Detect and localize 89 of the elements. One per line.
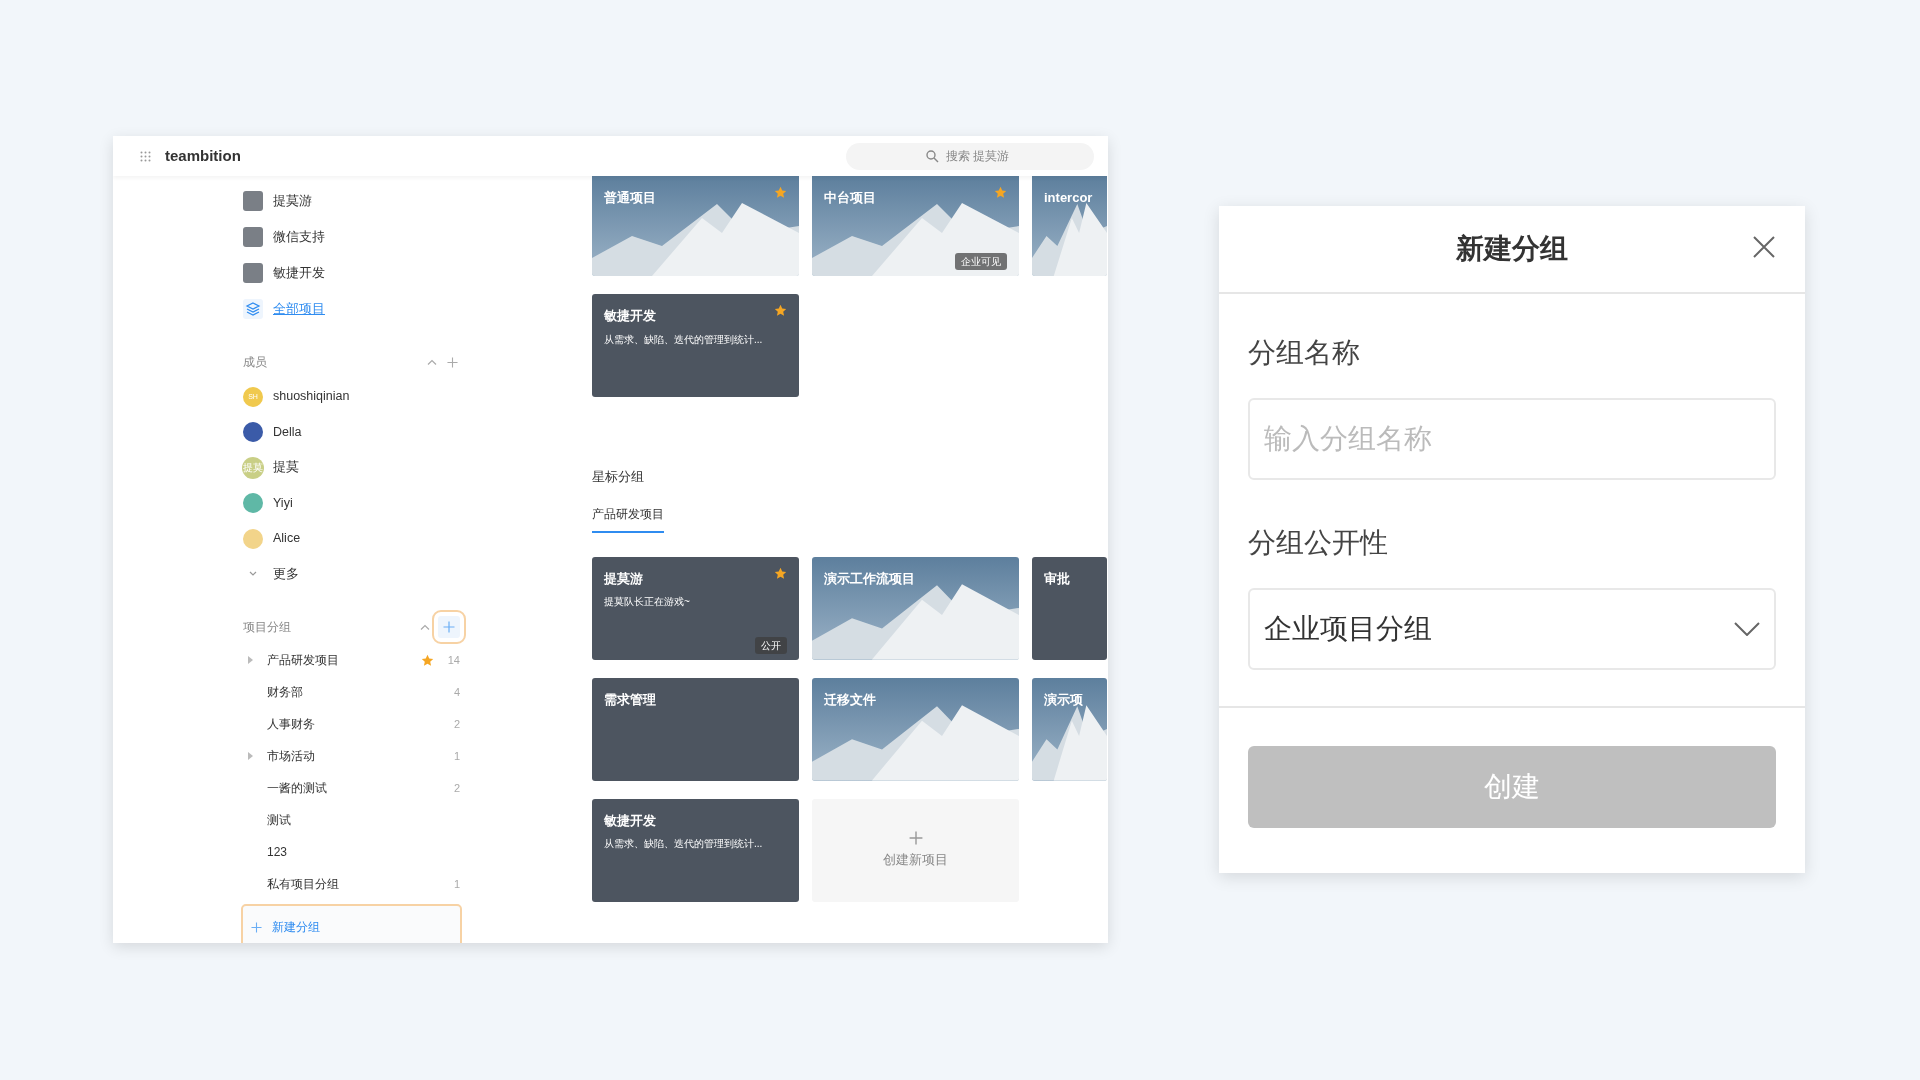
sidebar-link[interactable]: 全部项目 <box>273 299 325 319</box>
visibility-tag: 企业可见 <box>955 253 1007 270</box>
star-icon[interactable] <box>774 566 787 580</box>
group-count: 2 <box>452 716 460 732</box>
collapse-button[interactable] <box>418 622 432 632</box>
member-name[interactable]: Della <box>273 422 302 442</box>
search-icon <box>926 149 939 163</box>
member-name[interactable]: Yiyi <box>273 493 293 513</box>
visibility-select[interactable]: 企业项目分组 <box>1248 588 1776 670</box>
sidebar-item[interactable]: 提莫游 <box>273 191 312 211</box>
group-name[interactable]: 私有项目分组 <box>267 875 339 893</box>
sidebar-item[interactable]: 敏捷开发 <box>273 263 325 283</box>
section-title: 成员 <box>243 354 267 371</box>
project-card[interactable]: 迁移文件 <box>812 677 1019 781</box>
plus-icon <box>443 621 455 633</box>
close-icon <box>1753 235 1775 258</box>
close-button[interactable] <box>1753 234 1775 258</box>
group-name[interactable]: 一酱的测试 <box>267 779 327 797</box>
search-field[interactable]: 搜索 提莫游 <box>846 142 1094 170</box>
logo-text: teambition <box>165 145 241 166</box>
star-icon[interactable] <box>774 304 787 317</box>
project-card[interactable]: 演示工作流项目 <box>812 556 1019 660</box>
project-title: intercor <box>1044 189 1093 207</box>
chevron-down-icon <box>1734 622 1760 636</box>
project-title: 演示工作流项目 <box>824 569 915 588</box>
project-title: 中台项目 <box>824 189 876 207</box>
collapse-button[interactable] <box>425 357 439 367</box>
group-name[interactable]: 人事财务 <box>267 715 315 733</box>
project-card[interactable]: 中台项目 企业可见 <box>812 176 1019 276</box>
project-title: 提莫游 <box>604 569 643 588</box>
project-card[interactable]: intercor <box>1032 176 1107 276</box>
project-thumbnail <box>243 263 263 283</box>
project-title: 普通项目 <box>604 189 656 207</box>
visibility-tag: 公开 <box>755 636 787 654</box>
sidebar-item[interactable]: 微信支持 <box>273 227 325 247</box>
field-label: 分组公开性 <box>1248 526 1389 560</box>
chevron-up-icon <box>420 624 430 630</box>
project-card[interactable]: 审批 <box>1032 556 1107 660</box>
project-thumbnail <box>243 191 263 211</box>
plus-icon <box>908 830 923 845</box>
group-name[interactable]: 财务部 <box>267 683 303 701</box>
new-group-button[interactable]: 新建分组 <box>243 906 460 943</box>
add-button[interactable] <box>445 354 460 370</box>
more-link[interactable]: 更多 <box>273 564 299 584</box>
project-description: 提莫队长正在游戏~ <box>604 595 691 609</box>
project-card[interactable]: 需求管理 <box>592 677 799 781</box>
section-title: 项目分组 <box>243 619 291 636</box>
member-name[interactable]: shuoshiqinian <box>273 387 350 407</box>
star-icon[interactable] <box>994 186 1007 199</box>
project-title: 敏捷开发 <box>604 811 656 830</box>
project-thumbnail <box>243 227 263 247</box>
project-title: 演示项 <box>1044 690 1083 709</box>
project-card[interactable]: 敏捷开发 从需求、缺陷、迭代的管理到统计... <box>592 294 799 397</box>
star-icon[interactable] <box>774 186 787 199</box>
project-description: 从需求、缺陷、迭代的管理到统计... <box>604 332 764 347</box>
plus-icon <box>447 356 458 368</box>
group-count: 4 <box>452 684 460 700</box>
project-card[interactable]: 敏捷开发 从需求、缺陷、迭代的管理到统计... <box>592 798 799 902</box>
select-value: 企业项目分组 <box>1264 612 1432 646</box>
group-count: 1 <box>452 876 460 892</box>
project-description: 从需求、缺陷、迭代的管理到统计... <box>604 837 764 851</box>
group-name[interactable]: 产品研发项目 <box>267 651 339 669</box>
group-count: 2 <box>452 780 460 796</box>
expand-arrow-icon[interactable] <box>247 752 253 760</box>
group-count: 1 <box>452 748 460 764</box>
group-tab[interactable]: 产品研发项目 <box>592 500 664 533</box>
group-name[interactable]: 123 <box>267 843 288 861</box>
dialog-title: 新建分组 <box>1456 232 1568 266</box>
chevron-up-icon <box>427 359 437 365</box>
project-title: 需求管理 <box>604 690 656 709</box>
layers-icon <box>243 299 263 319</box>
project-card[interactable]: 提莫游 提莫队长正在游戏~ 公开 <box>592 556 799 660</box>
project-card[interactable]: 普通项目 <box>592 176 799 276</box>
group-count: 14 <box>446 652 460 668</box>
section-title: 星标分组 <box>592 468 645 486</box>
expand-arrow-icon[interactable] <box>247 656 253 664</box>
member-name[interactable]: Alice <box>273 529 301 549</box>
field-label: 分组名称 <box>1248 336 1361 370</box>
project-title: 迁移文件 <box>824 690 876 709</box>
group-name[interactable]: 测试 <box>267 811 291 829</box>
member-name[interactable]: 提莫 <box>273 458 299 478</box>
avatar: 提莫 <box>242 456 264 479</box>
group-name-field[interactable]: 输入分组名称 <box>1248 398 1776 480</box>
project-title: 审批 <box>1044 569 1070 588</box>
project-card[interactable]: 演示项 <box>1032 677 1107 781</box>
create-project-label: 创建新项目 <box>883 851 948 869</box>
project-title: 敏捷开发 <box>604 307 656 325</box>
plus-icon <box>251 921 262 933</box>
group-name[interactable]: 市场活动 <box>267 747 315 765</box>
